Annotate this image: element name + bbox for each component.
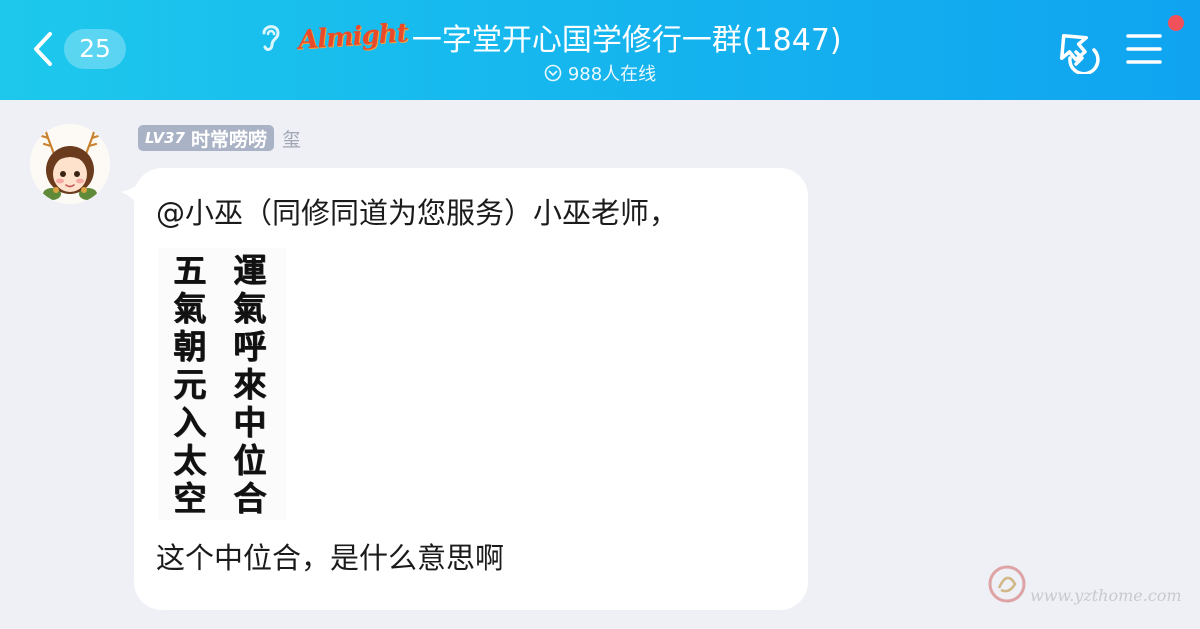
calligraphy-char: 來: [233, 365, 267, 404]
message-text-line2: 这个中位合，是什么意思啊: [156, 541, 505, 575]
sender-avatar[interactable]: [30, 124, 110, 204]
calligraphy-char: 入: [173, 403, 207, 442]
notification-dot: [1168, 15, 1184, 31]
online-count-text: 988人在线: [567, 64, 657, 85]
calligraphy-char: 運: [233, 251, 267, 290]
unread-count-badge: 25: [64, 29, 126, 69]
menu-icon[interactable]: [1122, 30, 1166, 68]
back-chevron-icon: [34, 32, 52, 66]
calligraphy-char: 太: [173, 441, 207, 480]
level-text: LV37: [145, 129, 185, 147]
level-badge: LV37 时常唠唠: [138, 125, 274, 151]
sender-info[interactable]: LV37 时常唠唠 玺: [138, 124, 301, 152]
online-check-icon: [544, 64, 562, 82]
calligraphy-char: 朝: [173, 327, 207, 366]
group-title: 一字堂开心国学修行一群(1847): [411, 23, 842, 58]
watermark-text: www.yzthome.com: [1030, 586, 1182, 605]
sender-title: 玺: [282, 128, 302, 151]
message-text-line1: @小巫（同修同道为您服务）小巫老师，: [156, 196, 679, 230]
sender-nickname: 时常唠唠: [190, 128, 267, 151]
calligraphy-char: 中: [233, 403, 267, 442]
calligraphy-char: 元: [173, 365, 207, 404]
calligraphy-column-right: 運 氣 呼 來 中 位 合: [224, 252, 276, 518]
share-icon[interactable]: [1052, 28, 1102, 74]
online-status[interactable]: 988人在线: [450, 60, 750, 86]
group-logo: Almight: [297, 18, 409, 56]
calligraphy-char: 呼: [233, 327, 267, 366]
ear-icon: [262, 25, 280, 51]
calligraphy-char: 氣: [173, 289, 207, 328]
calligraphy-char: 位: [233, 441, 267, 480]
calligraphy-char: 合: [233, 479, 267, 518]
girl-avatar-image: [30, 124, 110, 204]
chat-header: 25 Almight 一字堂开心国学修行一群(1847) 988人在线: [0, 0, 1200, 100]
calligraphy-column-left: 五 氣 朝 元 入 太 空: [164, 252, 216, 518]
back-button[interactable]: 25: [30, 27, 126, 71]
calligraphy-char: 空: [173, 479, 207, 518]
calligraphy-char: 五: [173, 251, 207, 290]
group-title-row[interactable]: Almight 一字堂开心国学修行一群(1847): [230, 12, 870, 62]
calligraphy-image[interactable]: 五 氣 朝 元 入 太 空 運 氣 呼 來 中 位 合: [158, 248, 286, 520]
calligraphy-char: 氣: [233, 289, 267, 328]
